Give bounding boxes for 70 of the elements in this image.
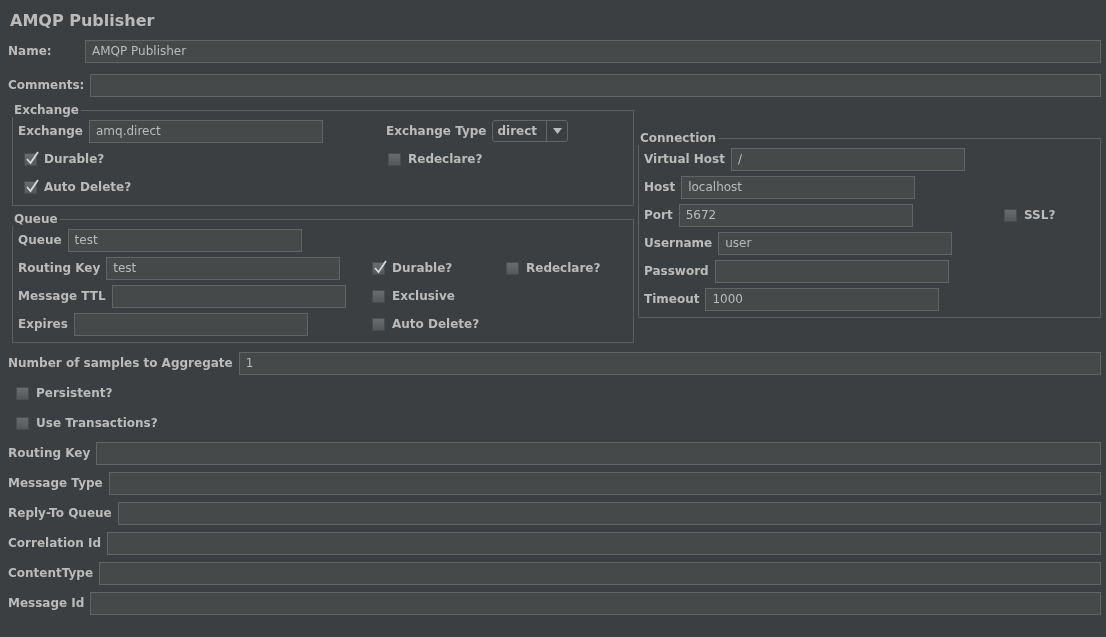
text-field[interactable] (96, 441, 1101, 465)
checkbox[interactable] (372, 261, 385, 275)
panel-legend: Queue (12, 212, 60, 226)
checkmark-icon (25, 150, 40, 166)
checkbox-label: Exclusive (392, 289, 455, 303)
checkbox-label: SSL? (1024, 208, 1056, 222)
caret-icon (552, 128, 562, 134)
panel-legend: Exchange (12, 103, 81, 117)
checkbox[interactable] (372, 317, 385, 331)
checkbox[interactable] (1004, 208, 1017, 222)
field-label: Virtual Host (644, 152, 725, 166)
field-label: Routing Key (8, 446, 91, 460)
checkbox-label: Persistent? (36, 386, 113, 400)
text-field[interactable] (117, 501, 1101, 525)
checkbox-label: Redeclare? (526, 261, 601, 275)
text-field[interactable]: AMQP Publisher (85, 39, 1101, 63)
checkbox[interactable] (372, 289, 385, 303)
field-label: Message TTL (18, 289, 106, 303)
field-label: Password (644, 264, 709, 278)
text-field[interactable]: amq.direct (88, 119, 323, 143)
field-label: Routing Key (18, 261, 101, 275)
field-label: Expires (18, 317, 68, 331)
text-field[interactable]: 1000 (705, 287, 940, 311)
field-label: Reply-To Queue (8, 506, 112, 520)
text-field[interactable] (90, 73, 1101, 97)
field-label: Exchange Type (386, 124, 487, 138)
text-field[interactable]: localhost (681, 175, 916, 199)
field-label: Host (644, 180, 676, 194)
field-label: Timeout (644, 292, 700, 306)
text-field[interactable]: user (718, 231, 953, 255)
dropdown[interactable]: direct (492, 120, 569, 142)
field-label: Message Id (8, 596, 85, 610)
checkmark-icon (373, 259, 388, 275)
checkbox-label: Auto Delete? (392, 317, 480, 331)
panel-title: AMQP Publisher (10, 11, 156, 30)
text-field[interactable]: test (106, 256, 341, 280)
checkbox[interactable] (506, 261, 519, 275)
checkbox[interactable] (16, 416, 29, 430)
text-field[interactable] (99, 561, 1101, 585)
checkbox[interactable] (24, 152, 37, 166)
text-field[interactable]: 5672 (678, 203, 913, 227)
field-label: Correlation Id (8, 536, 102, 550)
field-label: Exchange (18, 124, 83, 138)
checkbox-label: Use Transactions? (36, 416, 158, 430)
text-field[interactable]: / (730, 147, 965, 171)
checkbox-label: Durable? (44, 152, 105, 166)
checkbox[interactable] (388, 152, 401, 166)
text-field[interactable] (107, 531, 1101, 555)
checkbox-label: Auto Delete? (44, 180, 132, 194)
field-label: Comments: (8, 78, 85, 92)
checkmark-icon (25, 178, 40, 194)
field-label: Number of samples to Aggregate (8, 356, 233, 370)
field-label: Name: (8, 44, 53, 58)
checkbox[interactable] (24, 180, 37, 194)
text-field[interactable] (714, 259, 949, 283)
field-label: Port (644, 208, 673, 222)
text-field[interactable] (90, 591, 1101, 615)
text-field[interactable] (73, 312, 308, 336)
text-field[interactable]: 1 (238, 351, 1101, 375)
field-label: Username (644, 236, 713, 250)
text-field[interactable] (111, 284, 346, 308)
field-label: ContentType (8, 566, 94, 580)
field-label: Message Type (8, 476, 103, 490)
checkbox[interactable] (16, 386, 29, 400)
panel-legend: Connection (638, 131, 719, 145)
checkbox-label: Durable? (392, 261, 453, 275)
field-label: Queue (18, 233, 62, 247)
text-field[interactable] (108, 471, 1101, 495)
text-field[interactable]: test (67, 228, 302, 252)
checkbox-label: Redeclare? (408, 152, 483, 166)
